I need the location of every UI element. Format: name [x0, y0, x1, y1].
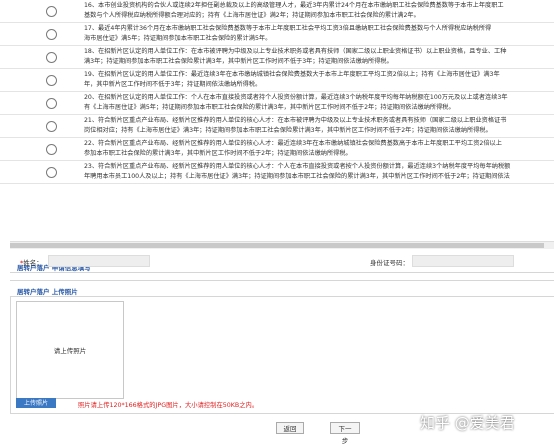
option-radio[interactable] [46, 6, 57, 17]
option-text: 16、本市创业投资机构的合伙人或连续2年担任副总裁及以上的高级管理人才，最近3年… [84, 2, 504, 19]
photo-preview: 请上传照片 [16, 301, 124, 399]
option-text: 19、在招新片区认定的用人单位工作：最近连续3年在本市缴纳城镇社会保险费基数大于… [84, 71, 500, 88]
horizontal-scrollbar[interactable] [10, 241, 554, 249]
option-text: 22、符合新片区重点产业布局、经新片区推荐的用人单位的核心人才：最近连续3年在本… [84, 140, 502, 157]
id-number-input[interactable] [412, 255, 514, 267]
option-radio[interactable] [46, 144, 57, 155]
option-text: 20、在招新片区认定的用人单位工作：个人在本市直接投资或者持个人投资份额计算，最… [84, 94, 508, 111]
option-radio[interactable] [46, 167, 57, 178]
applicant-section-divider [10, 272, 554, 273]
option-row[interactable]: 22、符合新片区重点产业布局、经新片区推荐的用人单位的核心人才：最近连续3年在本… [0, 138, 554, 161]
option-text: 17、最近4年内累计36个月在本市缴纳职工社会保险费基数等于本市上年度职工社会平… [84, 25, 492, 42]
option-row[interactable]: 17、最近4年内累计36个月在本市缴纳职工社会保险费基数等于本市上年度职工社会平… [0, 23, 554, 46]
photo-upload-hint: 照片请上传120*166格式的JPG图片，大小请控制在50KB之内。 [78, 402, 259, 409]
upload-photo-button[interactable]: 上传照片 [16, 398, 56, 408]
photo-placeholder-text: 请上传照片 [53, 347, 87, 355]
option-text: 23、符合新片区重点产业布局、经新片区推荐的用人单位的核心人才：个人在本市直接投… [84, 163, 511, 180]
option-radio[interactable] [46, 98, 57, 109]
back-button[interactable]: 返回 [276, 422, 304, 434]
option-row[interactable]: 18、在招新片区认定的用人单位工作：在本市被评聘为中级及以上专业技术职务或者具有… [0, 46, 554, 69]
option-row[interactable]: 23、符合新片区重点产业布局、经新片区推荐的用人单位的核心人才：个人在本市直接投… [0, 161, 554, 184]
option-row[interactable]: 19、在招新片区认定的用人单位工作：最近连续3年在本市缴纳城镇社会保险费基数大于… [0, 69, 554, 92]
name-field-label: *姓名： [20, 257, 43, 267]
qualification-option-list: 16、本市创业投资机构的合伙人或连续2年担任副总裁及以上的高级管理人才，最近3年… [0, 0, 554, 184]
next-button[interactable]: 下一步 [330, 422, 360, 445]
scrollbar-thumb[interactable] [10, 243, 544, 248]
section-separator [10, 280, 554, 281]
photo-section-title: 居转户落户 上传照片 [17, 288, 78, 296]
zhihu-watermark: 知乎 @爱美君 [420, 414, 515, 432]
option-text: 21、符合新片区重点产业布局、经新片区推荐的用人单位的核心人才：在本市被评聘为中… [84, 117, 507, 134]
option-row[interactable]: 20、在招新片区认定的用人单位工作：个人在本市直接投资或者持个人投资份额计算，最… [0, 92, 554, 115]
option-row[interactable]: 21、符合新片区重点产业布局、经新片区推荐的用人单位的核心人才：在本市被评聘为中… [0, 115, 554, 138]
name-label-text: 姓名： [23, 259, 43, 267]
option-radio[interactable] [46, 52, 57, 63]
option-radio[interactable] [46, 75, 57, 86]
option-radio[interactable] [46, 29, 57, 40]
id-number-label: 身份证号码： [370, 259, 409, 267]
option-row[interactable]: 16、本市创业投资机构的合伙人或连续2年担任副总裁及以上的高级管理人才，最近3年… [0, 0, 554, 23]
option-text: 18、在招新片区认定的用人单位工作：在本市被评聘为中级及以上专业技术职务或者具有… [84, 48, 507, 65]
name-input[interactable] [48, 255, 150, 267]
option-radio[interactable] [46, 121, 57, 132]
